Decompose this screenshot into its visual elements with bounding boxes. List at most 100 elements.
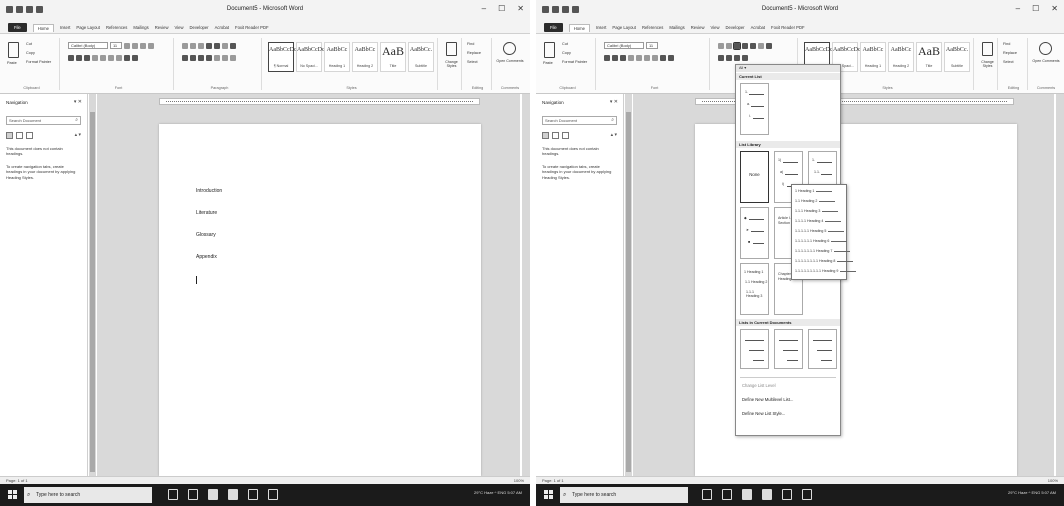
current-list-tile[interactable]: 1. a. i. [740,83,769,135]
task-view-icon[interactable] [702,489,712,500]
tab-mailings[interactable]: Mailings [669,25,684,30]
bullets-icon[interactable] [718,43,724,49]
tab-review[interactable]: Review [691,25,705,30]
increase-indent-icon[interactable] [214,43,220,49]
increase-indent-icon[interactable] [750,43,756,49]
change-case-icon[interactable] [140,43,146,49]
italic-icon[interactable] [612,55,618,61]
search-icon[interactable]: ⌕ [75,117,78,124]
select-button[interactable]: Select [467,60,478,64]
tab-acrobat[interactable]: Acrobat [751,25,765,30]
page-count[interactable]: Page: 1 of 1 [542,478,564,483]
tab-file[interactable]: File [544,23,563,32]
change-styles-icon[interactable] [982,42,993,56]
document-scrollbar[interactable] [1056,94,1064,476]
find-button[interactable]: Find [467,42,474,46]
page-count[interactable]: Page: 1 of 1 [6,478,28,483]
word-taskbar-icon[interactable] [762,489,772,500]
horizontal-ruler[interactable] [159,98,480,105]
italic-icon[interactable] [76,55,82,61]
multilevel-list-icon[interactable] [198,43,204,49]
tab-home[interactable]: Home [32,23,54,32]
close-pane-icon[interactable]: ▾ ✕ [610,99,618,105]
close-pane-icon[interactable]: ▾ ✕ [74,99,82,105]
superscript-icon[interactable] [644,55,650,61]
file-explorer-icon[interactable] [208,489,218,500]
style-subtitle[interactable]: AaBbCc. Subtitle [408,42,434,72]
tab-view[interactable]: View [174,25,183,30]
paste-icon[interactable] [8,42,19,58]
font-name-box[interactable]: Calibri (Body) [604,42,644,49]
minimize-button[interactable]: – [482,4,486,13]
style-subtitle[interactable]: AaBbCc. Subtitle [944,42,970,72]
system-tray[interactable]: 29°C Haze ^ ENG 5:07 AM [1008,490,1056,495]
highlight-icon[interactable] [124,55,130,61]
align-center-icon[interactable] [726,55,732,61]
tab-review[interactable]: Review [155,25,169,30]
style-heading-1[interactable]: AaBbCc Heading 1 [860,42,886,72]
taskbar-search[interactable]: ⌕ Type here to search [560,487,688,503]
decrease-indent-icon[interactable] [206,43,212,49]
zoom-level[interactable]: 100% [514,478,524,483]
tab-foxit[interactable]: Foxit Reader PDF [235,25,269,30]
sort-icon[interactable] [758,43,764,49]
pilcrow-icon[interactable] [766,43,772,49]
open-comments-icon[interactable] [503,42,516,55]
format-painter-button[interactable]: Format Painter [26,60,51,64]
align-left-icon[interactable] [182,55,188,61]
search-icon[interactable]: ⌕ [611,117,614,124]
list-none-tile[interactable]: None [740,151,769,203]
close-button[interactable]: ✕ [1051,4,1058,13]
tab-home[interactable]: Home [568,23,590,32]
edge-icon[interactable] [722,489,732,500]
shading-icon[interactable] [222,55,228,61]
tab-references[interactable]: References [642,25,663,30]
select-button[interactable]: Select [1003,60,1014,64]
close-button[interactable]: ✕ [517,4,524,13]
align-center-icon[interactable] [190,55,196,61]
document-page[interactable]: Introduction Literature Glossary Appendi… [159,124,481,476]
document-scrollbar[interactable] [522,94,530,476]
change-styles-icon[interactable] [446,42,457,56]
browse-results-icon[interactable] [562,132,569,139]
restore-button[interactable]: ☐ [1032,4,1039,13]
minimize-button[interactable]: – [1016,4,1020,13]
borders-icon[interactable] [230,55,236,61]
word-taskbar-icon[interactable] [228,489,238,500]
font-color-icon[interactable] [668,55,674,61]
edge-icon[interactable] [188,489,198,500]
subscript-icon[interactable] [636,55,642,61]
file-explorer-icon[interactable] [742,489,752,500]
sort-icon[interactable] [222,43,228,49]
align-left-icon[interactable] [718,55,724,61]
format-painter-button[interactable]: Format Painter [562,60,587,64]
search-input[interactable]: Search Document ⌕ [6,116,81,125]
style-title[interactable]: AaB Title [916,42,942,72]
highlight-icon[interactable] [660,55,666,61]
line-spacing-icon[interactable] [214,55,220,61]
tab-page-layout[interactable]: Page Layout [612,25,636,30]
underline-icon[interactable] [620,55,626,61]
tab-file[interactable]: File [8,23,27,32]
text-effects-icon[interactable] [652,55,658,61]
font-size-box[interactable]: 11 [646,42,658,49]
tab-references[interactable]: References [106,25,127,30]
font-name-box[interactable]: Calibri (Body) [68,42,108,49]
justify-icon[interactable] [206,55,212,61]
zoom-level[interactable]: 100% [1048,478,1058,483]
justify-icon[interactable] [742,55,748,61]
tab-foxit[interactable]: Foxit Reader PDF [771,25,805,30]
app-icon[interactable] [802,489,812,500]
system-tray[interactable]: 29°C Haze ^ ENG 5:07 AM [474,490,522,495]
tab-view[interactable]: View [710,25,719,30]
open-comments-icon[interactable] [1039,42,1052,55]
app-icon[interactable] [268,489,278,500]
search-input[interactable]: Search Document ⌕ [542,116,617,125]
style-normal[interactable]: AaBbCcDc ¶ Normal [268,42,297,72]
style-heading-2[interactable]: AaBbCc Heading 2 [352,42,378,72]
shrink-font-icon[interactable] [132,43,138,49]
align-right-icon[interactable] [734,55,740,61]
restore-button[interactable]: ☐ [498,4,505,13]
copy-button[interactable]: Copy [562,51,571,55]
windows-start-icon[interactable] [8,490,17,499]
